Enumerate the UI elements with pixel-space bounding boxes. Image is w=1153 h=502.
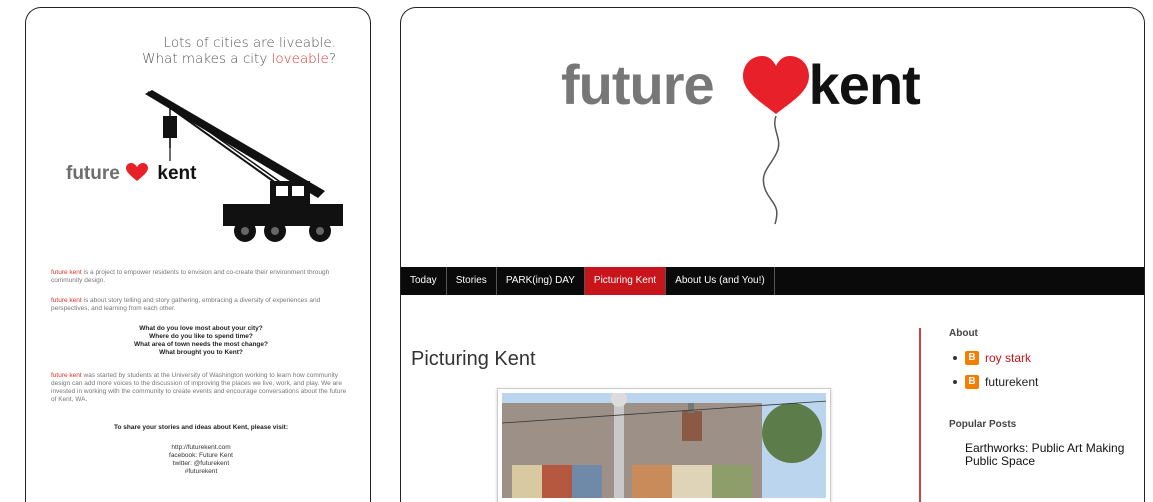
question-item: What do you love most about your city? <box>139 325 263 332</box>
photo-image <box>502 393 826 498</box>
popular-posts-heading: Popular Posts <box>949 419 1017 430</box>
blog-logo-future: future <box>561 53 715 116</box>
tagline-accent: loveable <box>271 51 329 67</box>
column-divider <box>919 328 921 502</box>
blog-panel: future kent Today Stories PARK(ing) DAY P… <box>400 7 1145 502</box>
question-item: What area of town needs the most change? <box>134 341 268 348</box>
poster-paragraph-3: future kent was started by students at t… <box>51 372 347 403</box>
contact-website: http://futurekent.com <box>171 444 231 451</box>
author-item: B roy stark <box>949 351 1139 365</box>
question-item: What brought you to Kent? <box>159 349 243 356</box>
heart-balloon-icon <box>743 56 809 225</box>
poster-panel: Lots of cities are liveable. What makes … <box>25 7 371 502</box>
bullet-icon <box>953 356 957 360</box>
contact-twitter: twitter: @futurekent <box>172 460 230 467</box>
poster-logo-future: future <box>66 163 120 184</box>
tab-about-us[interactable]: About Us (and You!) <box>666 267 775 295</box>
tab-picturing-kent[interactable]: Picturing Kent <box>584 267 667 295</box>
contact-hashtag: #futurekent <box>184 468 218 475</box>
blogger-icon: B <box>965 375 979 389</box>
blog-sidebar: About B roy stark B futurekent Popular P… <box>949 328 1139 468</box>
author-list: B roy stark B futurekent <box>949 351 1139 389</box>
blog-navbar: Today Stories PARK(ing) DAY Picturing Ke… <box>401 267 1144 295</box>
tagline-line-2: What makes a city loveable? <box>142 51 336 67</box>
poster-share-heading: To share your stories and ideas about Ke… <box>114 424 288 431</box>
post-title: Picturing Kent <box>411 348 536 370</box>
poster-tagline: Lots of cities are liveable. What makes … <box>142 35 336 67</box>
poster-contacts: http://futurekent.com facebook: Future K… <box>51 444 351 476</box>
poster-logo-kent: kent <box>157 163 197 184</box>
about-heading: About <box>949 328 978 339</box>
poster-questions: What do you love most about your city? W… <box>51 325 351 357</box>
author-link-roy-stark[interactable]: roy stark <box>985 351 1031 365</box>
heart-icon <box>126 162 149 181</box>
poster-logo: future kent <box>66 162 197 185</box>
popular-post-link[interactable]: Earthworks: Public Art Making Public Spa… <box>965 442 1135 468</box>
author-link-futurekent[interactable]: futurekent <box>985 375 1038 389</box>
author-item: B futurekent <box>949 375 1139 389</box>
post-photo[interactable] <box>497 388 831 502</box>
photo-scene <box>502 393 826 498</box>
blogger-icon: B <box>965 351 979 365</box>
contact-facebook: facebook: Future Kent <box>169 452 233 459</box>
poster-paragraph-2: future kent is about story telling and s… <box>51 297 321 312</box>
tab-stories[interactable]: Stories <box>447 267 497 295</box>
tab-parking-day[interactable]: PARK(ing) DAY <box>497 267 585 295</box>
poster-paragraph-1: future kent is a project to empower resi… <box>51 269 330 284</box>
bullet-icon <box>953 380 957 384</box>
question-item: Where do you like to spend time? <box>149 333 253 340</box>
tagline-line-1: Lots of cities are liveable. <box>163 35 336 51</box>
tab-today[interactable]: Today <box>401 267 447 295</box>
blog-logo-kent: kent <box>808 53 921 116</box>
